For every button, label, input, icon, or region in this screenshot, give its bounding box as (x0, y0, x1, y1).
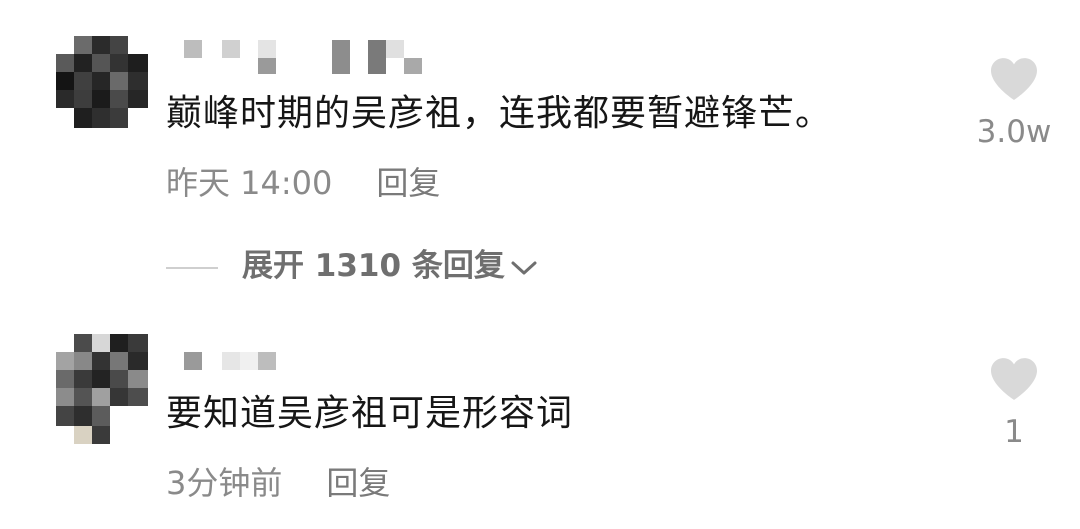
avatar[interactable] (56, 334, 148, 444)
divider (166, 266, 218, 269)
username-redacted[interactable] (184, 346, 484, 386)
reply-button[interactable]: 回复 (376, 164, 440, 202)
comment-text: 巅峰时期的吴彦祖，连我都要暂避锋芒。 (166, 93, 833, 134)
expand-replies-label: 展开 1310 条回复 (242, 248, 505, 284)
heart-icon (991, 58, 1037, 100)
comment-text: 要知道吴彦祖可是形容词 (166, 393, 574, 434)
comment-meta: 3分钟前 回复 (166, 458, 390, 504)
comment-time: 昨天 14:00 (166, 164, 333, 202)
like-count: 1 (1004, 414, 1024, 450)
chevron-down-icon (509, 250, 539, 286)
comment-meta: 昨天 14:00 回复 (166, 158, 440, 204)
avatar[interactable] (56, 36, 148, 128)
like-count: 3.0w (976, 114, 1052, 150)
heart-icon (991, 358, 1037, 400)
comment-time: 3分钟前 (166, 464, 283, 502)
reply-button[interactable]: 回复 (326, 464, 390, 502)
expand-replies-button[interactable]: 展开 1310 条回复 (166, 240, 539, 286)
username-redacted[interactable] (184, 36, 484, 76)
like-button[interactable]: 1 (964, 356, 1064, 450)
like-button[interactable]: 3.0w (964, 56, 1064, 150)
